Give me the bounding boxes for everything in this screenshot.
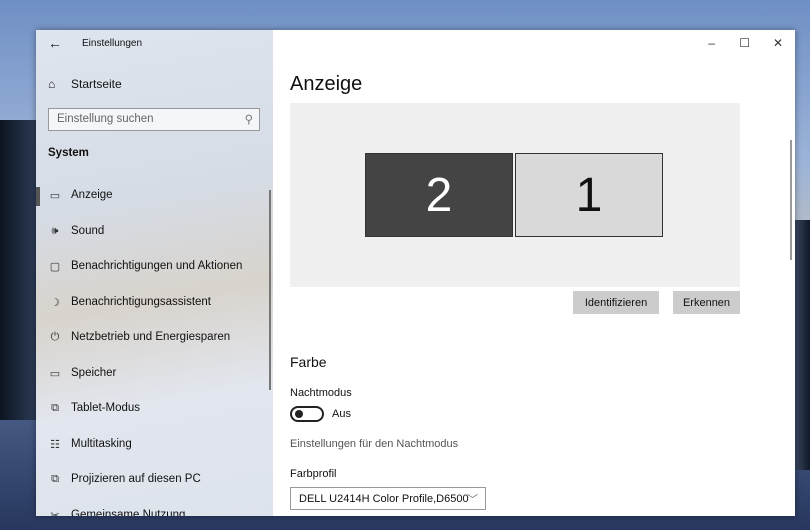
monitor-1[interactable]: 1 (515, 153, 663, 237)
sidebar-item-projizieren-auf-diesen-pc[interactable]: ⧉ Projizieren auf diesen PC (36, 463, 273, 498)
home-icon: ⌂ (48, 77, 56, 91)
nav-icon: ▭ (49, 190, 61, 202)
color-profile-label: Farbprofil (290, 468, 337, 480)
nav-icon: ▭ (49, 367, 61, 380)
sidebar-item-benachrichtigungen-und-aktionen[interactable]: ▢ Benachrichtigungen und Aktionen (36, 250, 273, 285)
sidebar-item-label: Sound (71, 224, 105, 237)
night-mode-toggle[interactable] (290, 406, 324, 422)
search-icon[interactable]: ⚲ (245, 112, 253, 126)
nav-icon: ☽ (50, 296, 60, 309)
sidebar-item-netzbetrieb-und-energiesparen[interactable]: ⏻ Netzbetrieb und Energiesparen (36, 321, 273, 356)
sidebar-item-benachrichtigungsassistent[interactable]: ☽ Benachrichtigungsassistent (36, 286, 273, 321)
nav-icon: ▢ (49, 261, 61, 273)
sidebar: ← Einstellungen ⌂ Startseite Einstellung… (36, 30, 273, 516)
maximize-button[interactable]: ☐ (739, 36, 750, 50)
sidebar-item-multitasking[interactable]: ☷ Multitasking (36, 428, 273, 463)
close-button[interactable]: ✕ (773, 36, 783, 50)
sidebar-item-label: Anzeige (71, 189, 113, 201)
nav-icon: ⧉ (51, 473, 59, 485)
color-profile-value: DELL U2414H Color Profile,D6500 (299, 493, 469, 505)
color-heading: Farbe (290, 354, 327, 370)
monitor-2[interactable]: 2 (365, 153, 513, 237)
sidebar-item-label: Netzbetrieb und Energiesparen (71, 331, 231, 343)
color-profile-dropdown[interactable]: DELL U2414H Color Profile,D6500 ﹀ (290, 487, 486, 510)
sidebar-item-tablet-modus[interactable]: ⧉ Tablet-Modus (36, 392, 273, 427)
main-scrollbar[interactable] (790, 140, 792, 260)
nav-icon: ⏻ (50, 331, 60, 343)
section-heading: System (48, 147, 89, 159)
nav-icon: ☷ (50, 438, 60, 451)
sidebar-item-gemeinsame-nutzung[interactable]: ✂ Gemeinsame Nutzung (36, 499, 273, 517)
detect-button[interactable]: Erkennen (673, 291, 740, 314)
chevron-down-icon: ﹀ (467, 494, 478, 506)
back-icon[interactable]: ← (48, 35, 62, 51)
search-input[interactable]: Einstellung suchen ⚲ (48, 108, 260, 131)
desktop-background (0, 120, 36, 420)
night-mode-state: Aus (332, 408, 351, 420)
sidebar-item-label: Speicher (71, 366, 117, 379)
display-arrangement: 2 1 (290, 103, 740, 287)
sidebar-item-label: Benachrichtigungsassistent (71, 295, 211, 308)
app-title: Einstellungen (82, 38, 143, 49)
sidebar-item-label: Gemeinsame Nutzung (71, 508, 186, 517)
home-link[interactable]: Startseite (71, 77, 122, 91)
sidebar-scrollbar[interactable] (269, 190, 271, 390)
main-content: – ☐ ✕ Anzeige 2 1 Identifizieren Erkenne… (273, 30, 795, 516)
night-mode-settings-link[interactable]: Einstellungen für den Nachtmodus (290, 438, 458, 450)
page-title: Anzeige (290, 73, 363, 95)
selection-indicator (36, 187, 40, 206)
search-placeholder: Einstellung suchen (57, 113, 154, 125)
nav-icon: ⧉ (51, 402, 59, 414)
sidebar-item-label: Benachrichtigungen und Aktionen (71, 260, 243, 272)
minimize-button[interactable]: – (708, 36, 715, 50)
sidebar-item-label: Tablet-Modus (71, 402, 141, 414)
settings-window: ← Einstellungen ⌂ Startseite Einstellung… (36, 30, 795, 516)
sidebar-item-anzeige[interactable]: ▭ Anzeige (36, 179, 273, 214)
nav-icon: ✂ (50, 509, 60, 517)
sidebar-item-sound[interactable]: 🕪 Sound (36, 215, 273, 250)
night-mode-label: Nachtmodus (290, 387, 352, 399)
sidebar-item-label: Multitasking (71, 437, 132, 450)
desktop-background-right (795, 220, 810, 470)
nav-icon: 🕪 (51, 224, 59, 237)
sidebar-item-label: Projizieren auf diesen PC (71, 473, 201, 485)
identify-button[interactable]: Identifizieren (573, 291, 659, 314)
sidebar-item-speicher[interactable]: ▭ Speicher (36, 357, 273, 392)
